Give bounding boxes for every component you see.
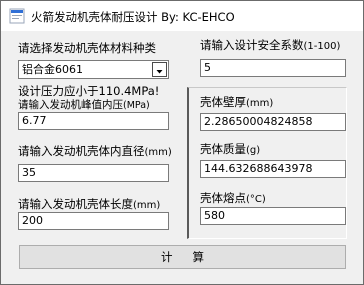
material-label: 请选择发动机壳体材料种类 (18, 41, 156, 55)
wall-thickness-label-text: 壳体壁厚 (200, 95, 246, 109)
shell-mass-label: 壳体质量(g) (200, 143, 260, 157)
diameter-label-text: 请输入发动机壳体内直径 (18, 144, 145, 158)
diameter-unit: (mm) (144, 147, 172, 158)
safety-factor-label-text: 请输入设计安全系数 (200, 38, 304, 52)
length-label-text: 请输入发动机壳体长度 (18, 197, 133, 211)
melting-point-output[interactable]: 580 (200, 207, 346, 225)
length-unit: (mm) (133, 200, 161, 211)
length-label: 请输入发动机壳体长度(mm) (18, 198, 160, 212)
pressure-input[interactable]: 6.77 (18, 112, 169, 130)
form-area: 请选择发动机壳体材料种类 铝合金6061 设计压力应小于110.4MPa! 请输… (1, 31, 363, 284)
main-window: 火箭发动机壳体耐压设计 By: KC-EHCO 请选择发动机壳体材料种类 铝合金… (0, 0, 364, 285)
rocket-app-icon[interactable] (9, 8, 25, 24)
safety-factor-input[interactable]: 5 (200, 59, 346, 77)
pressure-label: 请输入发动机峰值内压(MPa) (18, 99, 150, 112)
melting-point-unit: (°C) (246, 194, 266, 205)
pressure-unit: (MPa) (123, 100, 150, 111)
pressure-label-text: 请输入发动机峰值内压 (18, 99, 123, 111)
safety-factor-range: (1-100) (303, 41, 341, 52)
material-select[interactable]: 铝合金6061 (18, 60, 169, 79)
melting-point-label-text: 壳体熔点 (200, 191, 246, 205)
chevron-down-icon[interactable] (152, 62, 167, 77)
diameter-label: 请输入发动机壳体内直径(mm) (18, 145, 172, 159)
shell-mass-unit: (g) (246, 145, 261, 156)
material-selected-value: 铝合金6061 (22, 63, 83, 76)
title-bar[interactable]: 火箭发动机壳体耐压设计 By: KC-EHCO (1, 1, 363, 31)
window-title: 火箭发动机壳体耐压设计 By: KC-EHCO (31, 10, 235, 24)
calculate-button[interactable]: 计算 (19, 245, 346, 269)
wall-thickness-label: 壳体壁厚(mm) (200, 96, 273, 110)
safety-factor-label: 请输入设计安全系数(1-100) (200, 39, 340, 53)
melting-point-label: 壳体熔点(°C) (200, 192, 266, 206)
pressure-warning-text: 设计压力应小于110.4MPa! (18, 84, 160, 98)
diameter-input[interactable]: 35 (18, 164, 169, 182)
shell-mass-output[interactable]: 144.632688643978 (200, 160, 346, 178)
shell-mass-label-text: 壳体质量 (200, 142, 246, 156)
wall-thickness-output[interactable]: 2.28650004824858 (200, 113, 346, 131)
wall-thickness-unit: (mm) (246, 98, 274, 109)
length-input[interactable]: 200 (18, 212, 169, 230)
